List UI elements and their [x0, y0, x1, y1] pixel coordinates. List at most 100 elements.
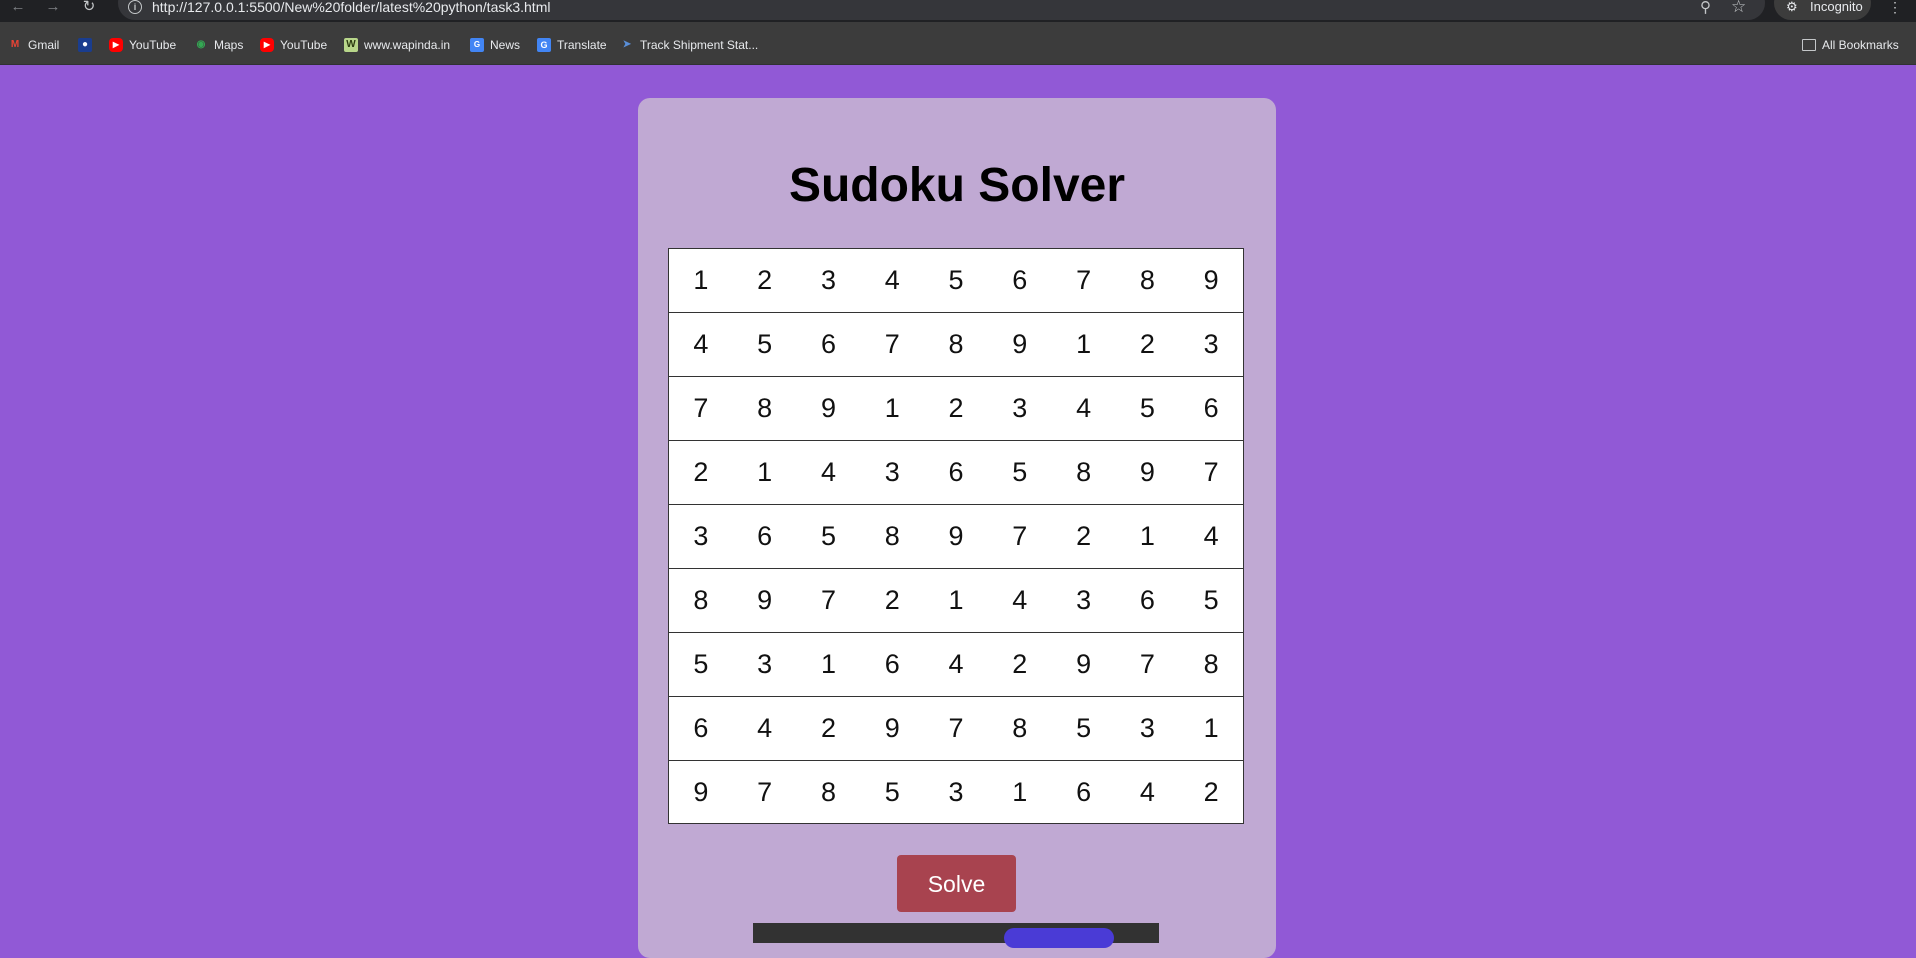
sudoku-cell[interactable]: 5 [733, 313, 797, 376]
reload-icon[interactable]: ↻ [79, 0, 99, 16]
sudoku-cell[interactable]: 2 [669, 441, 733, 504]
sudoku-cell[interactable]: 2 [1115, 313, 1179, 376]
sudoku-cell[interactable]: 3 [924, 761, 988, 824]
sudoku-cell[interactable]: 6 [988, 249, 1052, 312]
sudoku-cell[interactable]: 1 [1115, 505, 1179, 568]
sudoku-cell[interactable]: 1 [669, 249, 733, 312]
sudoku-cell[interactable]: 7 [1052, 249, 1116, 312]
site-info-icon[interactable]: i [128, 0, 142, 14]
bookmark-track-shipment[interactable]: ➤ Track Shipment Stat... [620, 36, 758, 52]
sudoku-cell[interactable]: 6 [860, 633, 924, 696]
sudoku-cell[interactable]: 3 [733, 633, 797, 696]
sudoku-cell[interactable]: 4 [924, 633, 988, 696]
sudoku-cell[interactable]: 9 [1179, 249, 1243, 312]
sudoku-cell[interactable]: 5 [860, 761, 924, 824]
sudoku-cell[interactable]: 8 [1179, 633, 1243, 696]
sudoku-cell[interactable]: 3 [1115, 697, 1179, 760]
sudoku-cell[interactable]: 6 [1052, 761, 1116, 824]
forward-icon[interactable]: → [43, 0, 63, 16]
sudoku-cell[interactable]: 1 [988, 761, 1052, 824]
sudoku-cell[interactable]: 7 [1179, 441, 1243, 504]
bottom-overlay-button[interactable] [1004, 928, 1114, 948]
sudoku-cell[interactable]: 4 [733, 697, 797, 760]
zoom-icon[interactable]: ⚲ [1700, 0, 1711, 16]
sudoku-cell[interactable]: 3 [988, 377, 1052, 440]
bookmark-maps[interactable]: ◉ Maps [194, 36, 244, 52]
all-bookmarks-button[interactable]: All Bookmarks [1802, 36, 1899, 52]
sudoku-cell[interactable]: 6 [669, 697, 733, 760]
sudoku-cell[interactable]: 9 [924, 505, 988, 568]
sudoku-cell[interactable]: 4 [797, 441, 861, 504]
sudoku-cell[interactable]: 9 [1052, 633, 1116, 696]
sudoku-cell[interactable]: 4 [988, 569, 1052, 632]
sudoku-cell[interactable]: 5 [1179, 569, 1243, 632]
sudoku-cell[interactable]: 1 [1052, 313, 1116, 376]
sudoku-cell[interactable]: 7 [860, 313, 924, 376]
back-icon[interactable]: ← [8, 0, 28, 16]
sudoku-cell[interactable]: 3 [860, 441, 924, 504]
sudoku-cell[interactable]: 3 [1052, 569, 1116, 632]
bookmark-youtube-1[interactable]: ▶ YouTube [109, 36, 176, 52]
sudoku-cell[interactable]: 2 [988, 633, 1052, 696]
bookmark-gmail[interactable]: M Gmail [8, 36, 60, 52]
sudoku-cell[interactable]: 4 [860, 249, 924, 312]
sudoku-cell[interactable]: 8 [1115, 249, 1179, 312]
sudoku-cell[interactable]: 1 [733, 441, 797, 504]
sudoku-cell[interactable]: 1 [797, 633, 861, 696]
sudoku-cell[interactable]: 5 [669, 633, 733, 696]
sudoku-cell[interactable]: 8 [1052, 441, 1116, 504]
sudoku-cell[interactable]: 4 [669, 313, 733, 376]
sudoku-cell[interactable]: 8 [988, 697, 1052, 760]
bookmark-translate[interactable]: G Translate [537, 36, 607, 52]
sudoku-cell[interactable]: 5 [1115, 377, 1179, 440]
sudoku-cell[interactable]: 7 [1115, 633, 1179, 696]
sudoku-cell[interactable]: 2 [733, 249, 797, 312]
sudoku-cell[interactable]: 7 [733, 761, 797, 824]
solve-button[interactable]: Solve [897, 855, 1016, 912]
sudoku-cell[interactable]: 6 [797, 313, 861, 376]
sudoku-cell[interactable]: 8 [733, 377, 797, 440]
url-text[interactable]: http://127.0.0.1:5500/New%20folder/lates… [152, 0, 550, 14]
sudoku-cell[interactable]: 8 [797, 761, 861, 824]
sudoku-cell[interactable]: 2 [1052, 505, 1116, 568]
sudoku-cell[interactable]: 2 [797, 697, 861, 760]
sudoku-cell[interactable]: 2 [860, 569, 924, 632]
sudoku-cell[interactable]: 2 [924, 377, 988, 440]
sudoku-cell[interactable]: 6 [1179, 377, 1243, 440]
sudoku-cell[interactable]: 7 [924, 697, 988, 760]
sudoku-cell[interactable]: 4 [1179, 505, 1243, 568]
bookmark-wapinda[interactable]: Wwww.wapinda.in [344, 36, 450, 52]
sudoku-cell[interactable]: 8 [860, 505, 924, 568]
sudoku-cell[interactable]: 9 [1115, 441, 1179, 504]
bookmark-star-icon[interactable]: ☆ [1731, 0, 1746, 17]
sudoku-cell[interactable]: 8 [669, 569, 733, 632]
sudoku-cell[interactable]: 7 [669, 377, 733, 440]
sudoku-cell[interactable]: 4 [1115, 761, 1179, 824]
sudoku-cell[interactable]: 5 [988, 441, 1052, 504]
sudoku-cell[interactable]: 9 [797, 377, 861, 440]
sudoku-cell[interactable]: 6 [733, 505, 797, 568]
sudoku-cell[interactable]: 9 [669, 761, 733, 824]
sudoku-cell[interactable]: 6 [1115, 569, 1179, 632]
sudoku-cell[interactable]: 9 [860, 697, 924, 760]
sudoku-cell[interactable]: 1 [924, 569, 988, 632]
sudoku-cell[interactable]: 2 [1179, 761, 1243, 824]
sudoku-cell[interactable]: 5 [1052, 697, 1116, 760]
bookmark-generic[interactable]: ● [78, 36, 98, 52]
sudoku-cell[interactable]: 7 [988, 505, 1052, 568]
sudoku-cell[interactable]: 3 [669, 505, 733, 568]
bookmark-news[interactable]: G News [470, 36, 520, 52]
sudoku-cell[interactable]: 5 [797, 505, 861, 568]
sudoku-cell[interactable]: 1 [860, 377, 924, 440]
sudoku-cell[interactable]: 4 [1052, 377, 1116, 440]
bookmark-youtube-2[interactable]: ▶ YouTube [260, 36, 327, 52]
sudoku-cell[interactable]: 1 [1179, 697, 1243, 760]
sudoku-cell[interactable]: 3 [797, 249, 861, 312]
sudoku-cell[interactable]: 5 [924, 249, 988, 312]
sudoku-cell[interactable]: 9 [988, 313, 1052, 376]
sudoku-cell[interactable]: 9 [733, 569, 797, 632]
sudoku-cell[interactable]: 8 [924, 313, 988, 376]
sudoku-cell[interactable]: 7 [797, 569, 861, 632]
sudoku-cell[interactable]: 6 [924, 441, 988, 504]
sudoku-cell[interactable]: 3 [1179, 313, 1243, 376]
